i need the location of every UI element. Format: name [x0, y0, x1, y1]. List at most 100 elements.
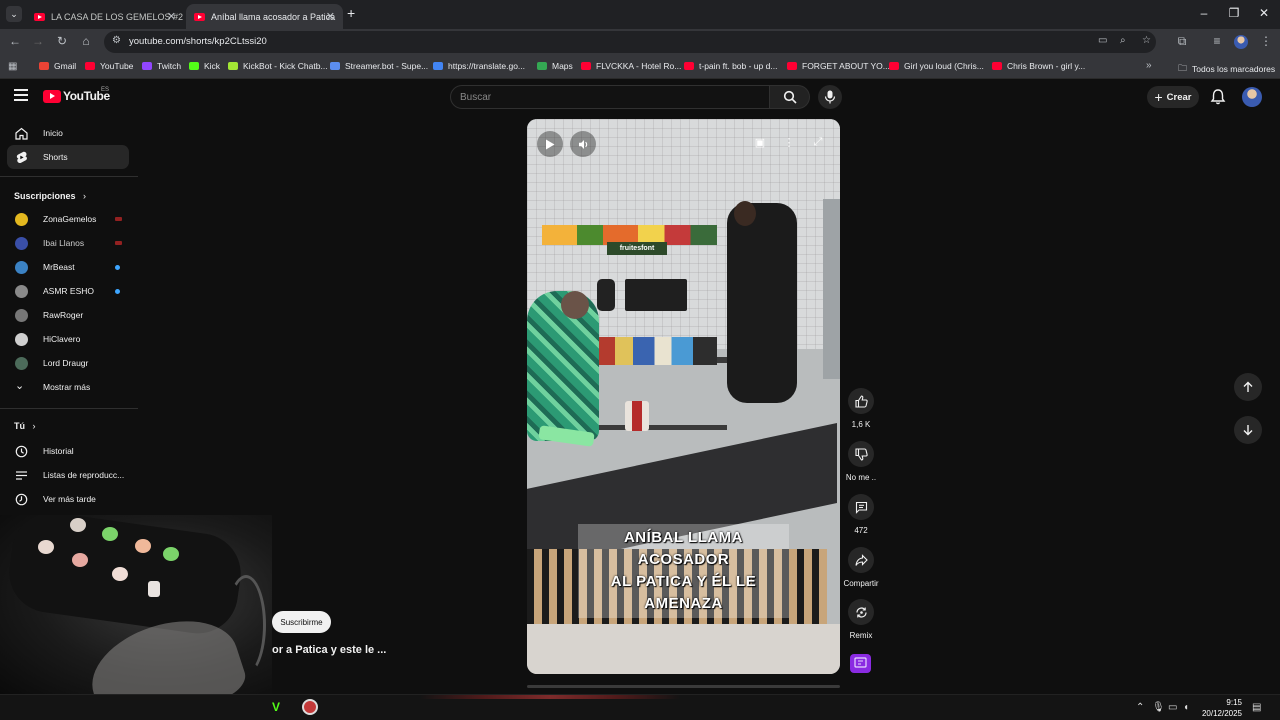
sidebar-item-home[interactable]: Inicio — [7, 121, 129, 145]
you-heading[interactable]: Tú › — [14, 421, 36, 431]
bookmark-item[interactable]: FORGET ABOUT YO... — [787, 61, 890, 71]
subscription-item[interactable]: ZonaGemelos — [7, 208, 129, 232]
bookmark-item[interactable]: Gmail — [39, 61, 76, 71]
bookmark-item[interactable]: FLVCKKA - Hotel Ro... — [581, 61, 681, 71]
windows-taskbar: V ⌃ 🎙 ▭ ◖ 9:15 20/12/2025 ▤ — [0, 694, 1280, 720]
video-scene-person-back — [727, 203, 797, 403]
youtube-icon — [992, 62, 1002, 70]
apps-grid-icon[interactable]: ▦ — [8, 61, 17, 72]
captions-icon[interactable]: ▣ — [752, 136, 768, 149]
channel-avatar — [15, 261, 28, 274]
zoom-icon[interactable]: ⌕ — [1120, 35, 1126, 46]
extensions-icon[interactable]: ⧉ — [1174, 34, 1190, 49]
address-bar[interactable]: ⚙ youtube.com/shorts/kp2CLtssi20 ▭ ⌕ ☆ — [104, 31, 1156, 53]
notifications-tray-icon[interactable]: ▤ — [1252, 702, 1261, 713]
share-button[interactable]: Compartir — [841, 547, 881, 588]
network-icon[interactable]: ▭ — [1168, 702, 1177, 713]
clock[interactable]: 9:15 20/12/2025 — [1198, 697, 1242, 719]
video-scene-fridge — [823, 199, 840, 379]
channel-thumbnail[interactable] — [850, 654, 871, 673]
subscription-item[interactable]: Lord Draugr — [7, 352, 129, 376]
profile-avatar[interactable] — [1234, 35, 1248, 49]
all-bookmarks-folder[interactable]: 🗀 Todos los marcadores — [1178, 61, 1275, 77]
next-short-button[interactable] — [1234, 416, 1262, 444]
bookmark-item[interactable]: Maps — [537, 61, 573, 71]
back-icon[interactable]: ← — [7, 34, 23, 48]
short-title[interactable]: or a Patica y este le ... — [272, 644, 386, 656]
more-bookmarks-icon[interactable]: » — [1146, 60, 1152, 71]
home-icon — [15, 127, 28, 140]
remix-button-circle — [848, 599, 874, 625]
play-button[interactable] — [537, 131, 563, 157]
search-input[interactable] — [451, 86, 769, 108]
youtube-logo[interactable]: YouTube ES — [43, 87, 110, 103]
bookmark-item[interactable]: t-pain ft. bob - up d... — [684, 61, 777, 71]
youtube-header: YouTube ES +Crear — [0, 80, 1280, 114]
sidebar-item-history[interactable]: Historial — [7, 439, 129, 463]
volume-button[interactable] — [570, 131, 596, 157]
bookmark-item[interactable]: Kick — [189, 61, 220, 71]
browser-tab-active[interactable]: Aníbal llama acosador a Patica ✕ — [186, 4, 343, 29]
subscription-item[interactable]: RawRoger — [7, 304, 129, 328]
bookmark-item[interactable]: Streamer.bot - Supe... — [330, 61, 428, 71]
shorts-video-player[interactable]: fruitesfont ANÍBAL LLAMA ACOSADOR AL PAT… — [527, 119, 840, 674]
subscribe-button[interactable]: Suscribirme — [272, 611, 331, 633]
tab-search-icon[interactable]: ⌄ — [6, 6, 22, 22]
close-window-icon[interactable]: ✕ — [1254, 6, 1274, 20]
fullscreen-icon[interactable]: ⤢ — [810, 136, 826, 149]
reload-icon[interactable]: ↻ — [54, 34, 70, 48]
sidebar-item-shorts[interactable]: Shorts — [7, 145, 129, 169]
forward-icon[interactable]: → — [30, 34, 46, 48]
video-scene-products — [597, 337, 717, 365]
voice-search-button[interactable] — [818, 85, 842, 109]
bookmark-star-icon[interactable]: ☆ — [1142, 35, 1151, 46]
bookmark-item[interactable]: Chris Brown - girl y... — [992, 61, 1085, 71]
previous-short-button[interactable] — [1234, 373, 1262, 401]
bookmark-item[interactable]: Girl you loud (Chris... — [889, 61, 984, 71]
show-more-button[interactable]: ⌄ Mostrar más — [7, 376, 129, 400]
taskbar-glow — [420, 695, 680, 699]
subscriptions-heading[interactable]: Suscripciones › — [14, 191, 86, 201]
dislike-label: No me .. — [845, 473, 877, 482]
sidebar-item-playlists[interactable]: Listas de reproducc... — [7, 463, 129, 487]
browser-tab[interactable]: LA CASA DE LOS GEMELOS #2 ✕ — [26, 4, 184, 29]
subscription-item[interactable]: MrBeast — [7, 256, 129, 280]
bookmark-item[interactable]: YouTube — [85, 61, 133, 71]
create-button[interactable]: + Crear — [1147, 86, 1199, 108]
minimize-icon[interactable]: – — [1194, 6, 1214, 20]
account-avatar[interactable] — [1242, 87, 1262, 107]
search-box[interactable] — [450, 85, 770, 109]
like-button[interactable]: 1,6 K — [841, 388, 881, 429]
subscription-item[interactable]: HiClavero — [7, 328, 129, 352]
more-options-icon[interactable]: ⋮ — [781, 136, 797, 149]
subscription-item[interactable]: ASMR ESHO — [7, 280, 129, 304]
channel-name: ASMR ESHO — [43, 286, 95, 296]
sidebar-item-watch-later[interactable]: Ver más tarde — [7, 487, 129, 511]
tray-chevron-icon[interactable]: ⌃ — [1136, 702, 1144, 713]
install-app-icon[interactable]: ▭ — [1098, 35, 1107, 46]
dislike-button[interactable]: No me .. — [841, 441, 881, 482]
bookmark-label: Gmail — [54, 61, 77, 71]
taskbar-app-icon[interactable] — [302, 699, 318, 715]
menu-icon[interactable] — [14, 89, 28, 101]
microphone-tray-icon[interactable]: 🎙 — [1152, 702, 1165, 713]
video-progress-bar[interactable] — [527, 685, 840, 688]
bookmark-item[interactable]: Twitch — [142, 61, 181, 71]
new-tab-button[interactable]: + — [347, 5, 355, 21]
restore-icon[interactable]: ❐ — [1224, 6, 1244, 20]
taskbar-app-icon[interactable]: V — [272, 700, 280, 714]
comments-button[interactable]: 472 — [841, 494, 881, 535]
search-button[interactable] — [770, 85, 810, 109]
site-info-icon[interactable]: ⚙ — [112, 35, 121, 46]
bookmark-item[interactable]: KickBot - Kick Chatb... — [228, 61, 328, 71]
media-controls-icon[interactable]: ≡ — [1209, 34, 1225, 48]
remix-button[interactable]: Remix — [841, 599, 881, 640]
browser-menu-icon[interactable]: ⋮ — [1258, 34, 1274, 48]
subscription-item[interactable]: Ibai Llanos — [7, 232, 129, 256]
notifications-bell-icon[interactable] — [1209, 88, 1227, 106]
volume-tray-icon[interactable]: ◖ — [1183, 702, 1189, 713]
home-browser-icon[interactable]: ⌂ — [78, 34, 94, 48]
bookmark-item[interactable]: https://translate.go... — [433, 61, 525, 71]
tab-close-icon[interactable]: ✕ — [326, 10, 335, 23]
tab-close-icon[interactable]: ✕ — [167, 10, 176, 23]
